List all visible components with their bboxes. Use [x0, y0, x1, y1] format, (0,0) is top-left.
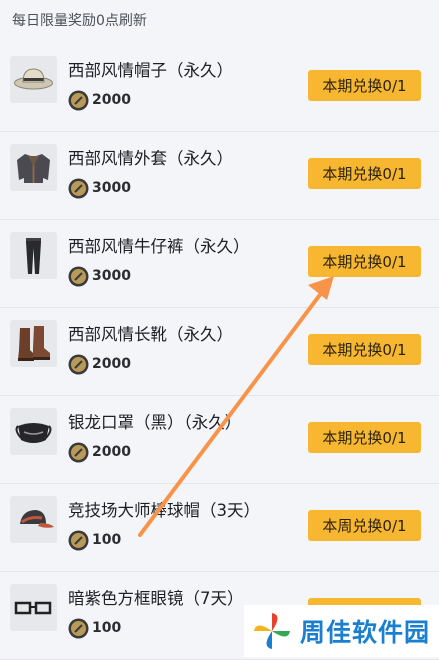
item-name: 西部风情牛仔裤（永久）: [68, 237, 250, 256]
reward-list: 西部风情帽子（永久） 2000 本期兑换0/1 西部风情外套（永久） 3000 …: [0, 44, 439, 660]
item-name: 西部风情帽子（永久）: [68, 61, 233, 80]
redeem-button[interactable]: 本期兑换0/1: [308, 246, 421, 277]
price-value: 3000: [92, 180, 131, 196]
price-value: 2000: [92, 356, 131, 372]
list-item: 竞技场大师棒球帽（3天） 100 本周兑换0/1: [0, 484, 439, 572]
item-price: 3000: [68, 177, 131, 199]
item-price: 3000: [68, 265, 131, 287]
redeem-button[interactable]: 本期兑换0/1: [308, 158, 421, 189]
list-item: 西部风情帽子（永久） 2000 本期兑换0/1: [0, 44, 439, 132]
coin-icon: [68, 90, 89, 110]
item-price: 2000: [68, 353, 131, 375]
price-value: 2000: [92, 92, 131, 108]
boots-icon: [10, 320, 57, 367]
item-price: 2000: [68, 89, 131, 111]
list-item: 西部风情牛仔裤（永久） 3000 本期兑换0/1: [0, 220, 439, 308]
coin-icon: [68, 530, 89, 550]
baseball-cap-icon: [10, 496, 57, 543]
item-name: 暗紫色方框眼镜（7天）: [68, 589, 244, 608]
redeem-button[interactable]: 本期兑换0/1: [308, 422, 421, 453]
price-value: 2000: [92, 444, 131, 460]
hat-icon: [10, 56, 57, 103]
glasses-icon: [10, 584, 57, 631]
price-value: 100: [92, 620, 122, 636]
item-name: 西部风情外套（永久）: [68, 149, 233, 168]
watermark-text: 周佳软件园: [300, 618, 431, 647]
coin-icon: [68, 266, 89, 286]
face-mask-icon: [10, 408, 57, 455]
redeem-button[interactable]: 本期兑换0/1: [308, 70, 421, 101]
pinwheel-logo-icon: [254, 613, 290, 649]
item-name: 银龙口罩（黑）（永久）: [68, 413, 242, 432]
redeem-button[interactable]: 本周兑换0/1: [308, 510, 421, 541]
item-name: 西部风情长靴（永久）: [68, 325, 233, 344]
item-price: 2000: [68, 441, 131, 463]
list-item: 西部风情外套（永久） 3000 本期兑换0/1: [0, 132, 439, 220]
jeans-icon: [10, 232, 57, 279]
jacket-icon: [10, 144, 57, 191]
coin-icon: [68, 442, 89, 462]
list-item: 银龙口罩（黑）（永久） 2000 本期兑换0/1: [0, 396, 439, 484]
item-price: 100: [68, 617, 121, 639]
coin-icon: [68, 354, 89, 374]
item-price: 100: [68, 529, 121, 551]
price-value: 100: [92, 532, 122, 548]
list-item: 西部风情长靴（永久） 2000 本期兑换0/1: [0, 308, 439, 396]
redeem-button[interactable]: 本期兑换0/1: [308, 334, 421, 365]
coin-icon: [68, 618, 89, 638]
watermark: 周佳软件园: [244, 605, 439, 657]
item-name: 竞技场大师棒球帽（3天）: [68, 501, 260, 520]
price-value: 3000: [92, 268, 131, 284]
refresh-note: 每日限量奖励0点刷新: [12, 13, 147, 29]
coin-icon: [68, 178, 89, 198]
